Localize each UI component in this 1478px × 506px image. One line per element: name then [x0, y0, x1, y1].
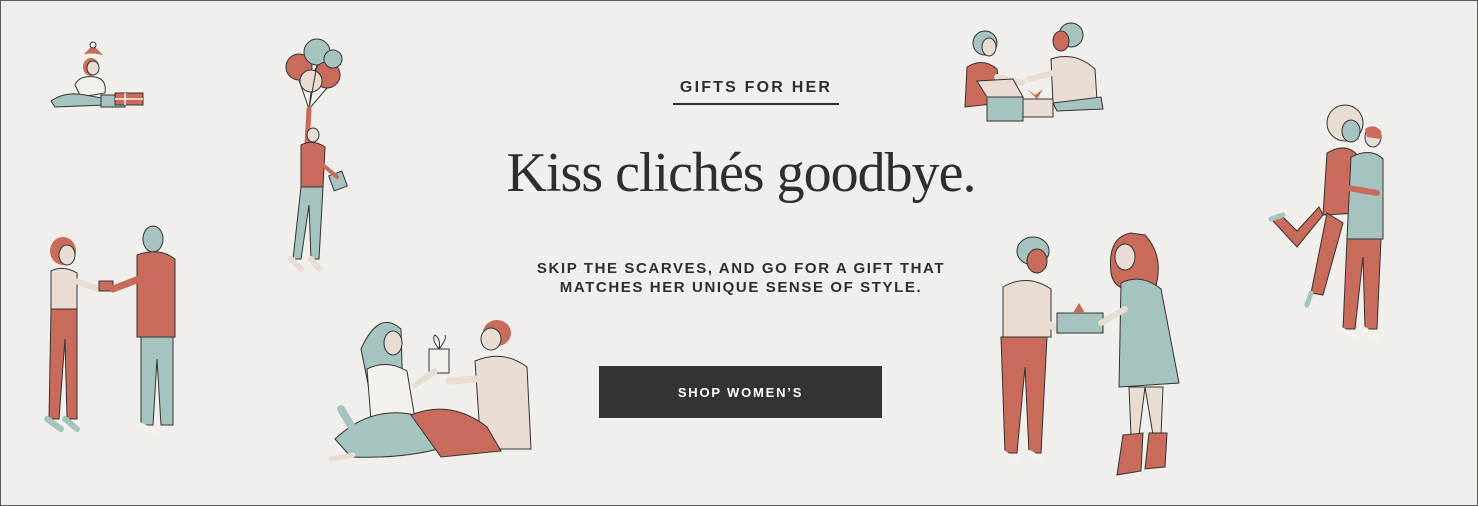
unwrapping-gift-illustration: [964, 22, 1104, 122]
hero-banner: GIFTS FOR HER Kiss clichés goodbye. SKIP…: [0, 0, 1478, 506]
gifts-for-her-link[interactable]: GIFTS FOR HER: [673, 79, 839, 105]
page-title: Kiss clichés goodbye.: [506, 142, 977, 204]
subheading-line-2: MATCHES HER UNIQUE SENSE OF STYLE.: [559, 279, 923, 296]
subheading: SKIP THE SCARVES, AND GO FOR A GIFT THAT…: [481, 259, 1001, 297]
sitting-couple-gift-illustration: [328, 320, 532, 462]
shop-womens-button[interactable]: SHOP WOMEN’S: [599, 366, 882, 418]
ring-box-couple-illustration: [44, 225, 176, 436]
hugging-couple-illustration: [1268, 104, 1384, 342]
balloon-woman-illustration: [285, 38, 348, 272]
gift-exchange-illustration: [1000, 232, 1180, 476]
subheading-line-1: SKIP THE SCARVES, AND GO FOR A GIFT THAT: [536, 260, 946, 277]
santa-hat-girl-illustration: [50, 41, 144, 108]
